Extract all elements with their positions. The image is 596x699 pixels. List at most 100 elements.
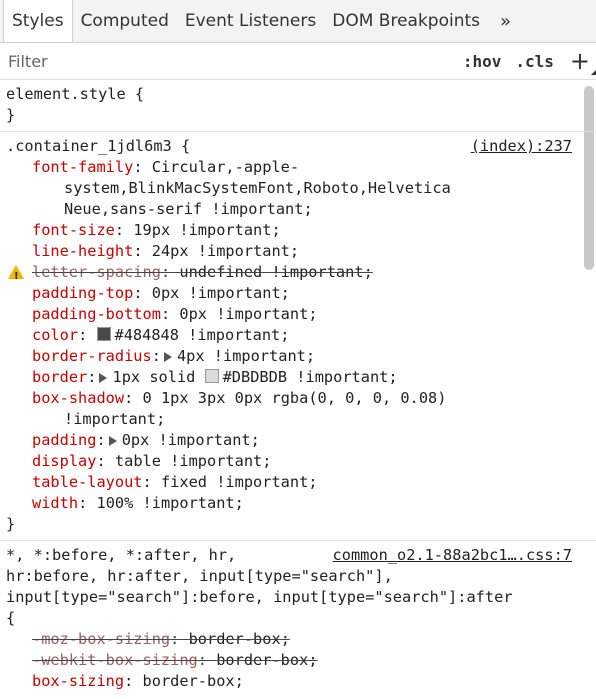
tab-computed[interactable]: Computed — [73, 0, 177, 42]
styles-pane: element.style { } (index):237 .container… — [0, 80, 596, 699]
property-value[interactable]: 0 1px 3px 0px rgba(0, 0, 0, 0.08) — [143, 389, 447, 407]
color-swatch[interactable] — [204, 369, 219, 383]
property-value[interactable]: #DBDBDB !important; — [223, 368, 398, 386]
property-value-continuation: Neue,sans-serif !important; — [64, 200, 313, 218]
property-name[interactable]: font-size — [32, 221, 115, 239]
color-swatch[interactable] — [96, 327, 111, 341]
declaration-border-radius[interactable]: border-radius: 4px !important; — [6, 346, 570, 367]
declaration-color[interactable]: color: #484848 !important; — [6, 325, 570, 346]
property-value[interactable]: 1px solid — [112, 368, 204, 386]
filter-input[interactable]: Filter — [8, 52, 449, 71]
property-value[interactable]: 24px !important; — [152, 242, 299, 260]
colon: : — [87, 368, 97, 386]
property-name[interactable]: padding-top — [32, 284, 133, 302]
tab-dom-breakpoints[interactable]: DOM Breakpoints — [324, 0, 488, 42]
property-value[interactable]: fixed !important; — [161, 473, 318, 491]
class-toggle[interactable]: .cls — [515, 52, 554, 71]
property-value[interactable]: undefined !important; — [179, 263, 372, 281]
new-style-rule-button[interactable]: + — [570, 49, 596, 75]
property-value[interactable]: 19px !important; — [133, 221, 280, 239]
property-name[interactable]: padding — [32, 431, 96, 449]
property-value[interactable]: #484848 !important; — [115, 326, 290, 344]
property-name[interactable]: border-radius — [32, 347, 152, 365]
property-name[interactable]: line-height — [32, 242, 133, 260]
colon: : — [133, 242, 143, 260]
colon: : — [78, 326, 88, 344]
property-value[interactable]: Circular,-apple- — [152, 158, 299, 176]
declaration--webkit-box-sizing[interactable]: -webkit-box-sizing: border-box; — [6, 650, 570, 671]
tab-event-listeners-label: Event Listeners — [184, 11, 317, 31]
rule-selector-line[interactable]: input[type="search"]:before, input[type=… — [6, 587, 570, 608]
property-value[interactable]: 100% !important; — [97, 494, 244, 512]
declaration-font-size[interactable]: font-size: 19px !important; — [6, 220, 570, 241]
warning-icon — [8, 265, 24, 287]
property-value[interactable]: 0px !important; — [152, 284, 290, 302]
declaration-padding-bottom[interactable]: padding-bottom: 0px !important; — [6, 304, 570, 325]
property-name[interactable]: box-sizing — [32, 672, 124, 690]
declaration-font-family[interactable]: font-family: Circular,-apple-system,Blin… — [6, 157, 570, 220]
tab-dom-breakpoints-label: DOM Breakpoints — [332, 11, 481, 31]
colon: : — [124, 389, 134, 407]
filter-toolbar: Filter :hov .cls + — [0, 43, 596, 80]
property-value[interactable]: border-box; — [143, 672, 244, 690]
rule-source-link[interactable]: (index):237 — [471, 136, 572, 157]
expand-triangle-icon[interactable] — [108, 435, 117, 446]
expand-triangle-icon[interactable] — [99, 372, 108, 383]
property-name[interactable]: letter-spacing — [32, 263, 161, 281]
property-name[interactable]: display — [32, 452, 96, 470]
declarations: -moz-box-sizing: border-box; -webkit-box-… — [6, 629, 570, 692]
property-value[interactable]: 0px !important; — [179, 305, 317, 323]
colon: : — [142, 473, 152, 491]
declaration-letter-spacing[interactable]: letter-spacing: undefined !important; — [6, 262, 570, 287]
property-name[interactable]: table-layout — [32, 473, 143, 491]
rule-source-link[interactable]: common_o2.1-88a2bc1….css:7 — [333, 545, 572, 566]
declaration-box-sizing[interactable]: box-sizing: border-box; — [6, 671, 570, 692]
panel-tabbar: Styles Computed Event Listeners DOM Brea… — [0, 0, 596, 43]
declaration--moz-box-sizing[interactable]: -moz-box-sizing: border-box; — [6, 629, 570, 650]
rule-open-brace: { — [6, 609, 16, 627]
property-value[interactable]: 4px !important; — [177, 347, 315, 365]
declaration-padding-top[interactable]: padding-top: 0px !important; — [6, 283, 570, 304]
colon: : — [160, 305, 171, 323]
property-value-continuation: !important; — [64, 410, 166, 428]
property-value[interactable]: border-box; — [216, 651, 317, 669]
hover-state-toggle[interactable]: :hov — [463, 52, 502, 71]
declaration-table-layout[interactable]: table-layout: fixed !important; — [6, 472, 570, 493]
property-value[interactable]: 0px !important; — [122, 431, 260, 449]
declaration-padding[interactable]: padding: 0px !important; — [6, 430, 570, 451]
style-rule-container: (index):237 .container_1jdl6m3 { font-fa… — [0, 132, 596, 541]
colon: : — [96, 431, 106, 449]
property-value-continuation: system,BlinkMacSystemFont,Roboto,Helveti… — [64, 179, 451, 197]
property-name[interactable]: -webkit-box-sizing — [32, 651, 198, 669]
rule-selector[interactable]: element.style { — [6, 84, 570, 105]
rule-close-brace: } — [6, 106, 16, 124]
element-style-rule: element.style { } — [0, 80, 596, 132]
property-value[interactable]: table !important; — [115, 452, 272, 470]
property-name[interactable]: box-shadow — [32, 389, 124, 407]
colon: : — [114, 221, 125, 239]
property-value[interactable]: border-box; — [189, 630, 290, 648]
declaration-line-height[interactable]: line-height: 24px !important; — [6, 241, 570, 262]
declaration-display[interactable]: display: table !important; — [6, 451, 570, 472]
rule-selector-line[interactable]: hr:before, hr:after, input[type="search"… — [6, 566, 570, 587]
declaration-box-shadow[interactable]: box-shadow: 0 1px 3px 0px rgba(0, 0, 0, … — [6, 388, 570, 430]
colon: : — [96, 452, 106, 470]
property-name[interactable]: border — [32, 368, 87, 386]
property-name[interactable]: font-family — [32, 158, 133, 176]
property-name[interactable]: color — [32, 326, 78, 344]
property-name[interactable]: width — [32, 494, 78, 512]
rule-close-brace: } — [6, 515, 16, 533]
tab-styles-label: Styles — [12, 10, 64, 31]
declaration-border[interactable]: border: 1px solid #DBDBDB !important; — [6, 367, 570, 388]
tab-styles[interactable]: Styles — [3, 0, 73, 42]
property-name[interactable]: padding-bottom — [32, 305, 161, 323]
property-name[interactable]: -moz-box-sizing — [32, 630, 170, 648]
colon: : — [133, 284, 143, 302]
colon: : — [197, 651, 207, 669]
colon: : — [170, 630, 180, 648]
colon: : — [151, 347, 161, 365]
more-tabs-button[interactable]: » — [488, 0, 523, 42]
tab-event-listeners[interactable]: Event Listeners — [177, 0, 324, 42]
declaration-width[interactable]: width: 100% !important; — [6, 493, 570, 514]
expand-triangle-icon[interactable] — [163, 351, 172, 362]
